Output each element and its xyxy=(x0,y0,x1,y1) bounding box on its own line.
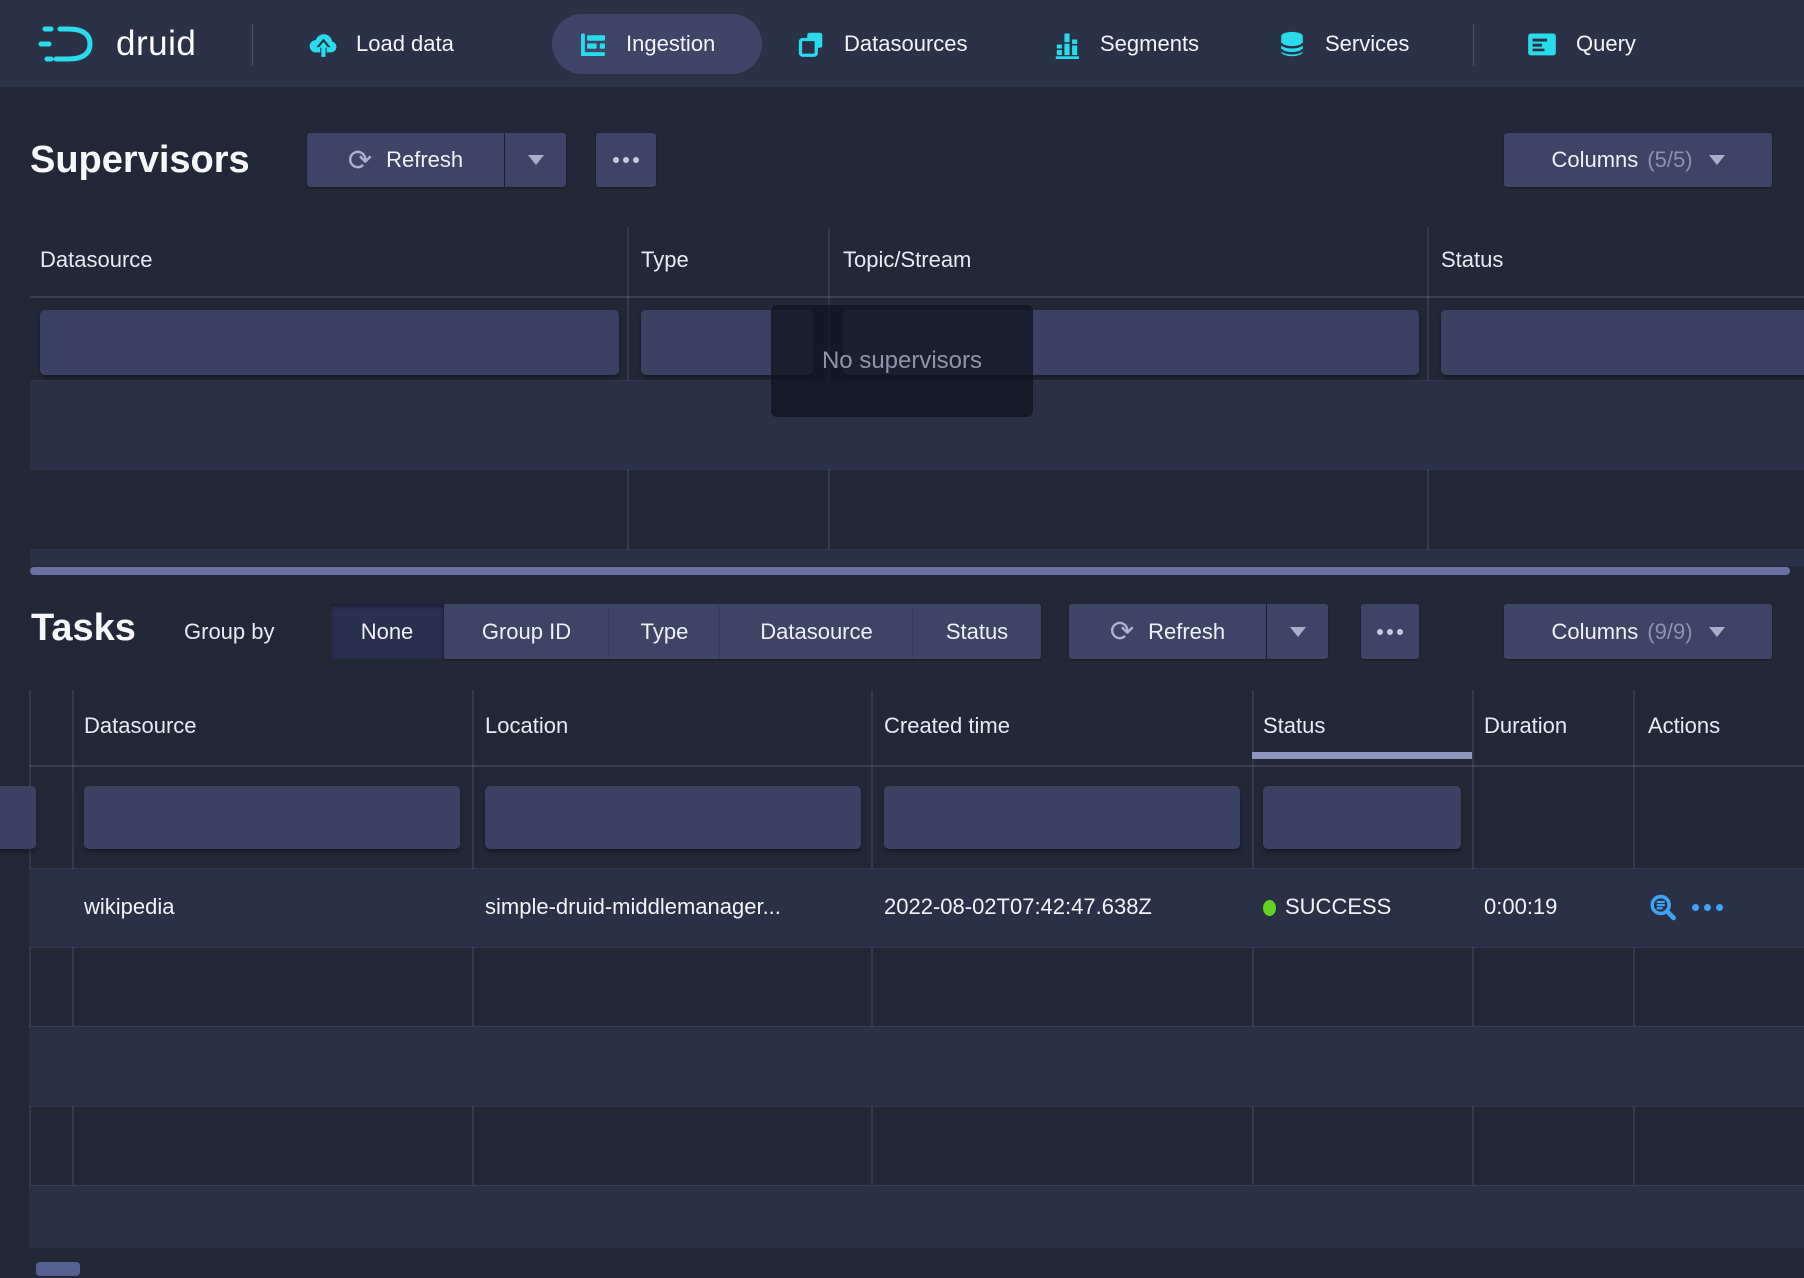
tasks-header-created-time[interactable]: Created time xyxy=(884,713,1010,739)
task-datasource-cell: wikipedia xyxy=(84,894,175,920)
row-divider xyxy=(30,469,1804,470)
tasks-more-button[interactable] xyxy=(1361,604,1419,659)
druid-console: druid Load data Ingestion xyxy=(0,0,1804,1278)
sup-header-topic-stream[interactable]: Topic/Stream xyxy=(843,247,971,273)
tasks-header-duration[interactable]: Duration xyxy=(1484,713,1567,739)
tasks-refresh-interval-button[interactable] xyxy=(1267,604,1328,659)
tasks-refresh-button[interactable]: ⟳ Refresh xyxy=(1069,604,1266,659)
more-actions-icon[interactable] xyxy=(1692,904,1723,911)
tasks-datasource-filter-input[interactable] xyxy=(84,786,460,849)
nav-item-services[interactable]: Services xyxy=(1277,0,1409,87)
group-by-group-id-button[interactable]: Group ID xyxy=(444,604,610,659)
column-divider xyxy=(1633,690,1635,1248)
tasks-header-actions[interactable]: Actions xyxy=(1648,713,1720,739)
empty-table-row xyxy=(30,550,1804,566)
caret-down-icon xyxy=(1709,627,1725,637)
sup-header-type[interactable]: Type xyxy=(641,247,689,273)
refresh-icon: ⟳ xyxy=(1110,617,1134,646)
column-divider xyxy=(871,690,873,1248)
ingestion-chart-icon xyxy=(578,29,608,59)
nav-divider xyxy=(1473,24,1474,66)
task-status-cell: SUCCESS xyxy=(1285,894,1391,920)
group-by-datasource-button[interactable]: Datasource xyxy=(720,604,914,659)
supervisors-refresh-interval-button[interactable] xyxy=(505,133,566,187)
supervisors-refresh-button[interactable]: ⟳ Refresh xyxy=(307,133,504,187)
nav-item-load-data[interactable]: Load data xyxy=(308,0,454,87)
supervisors-horizontal-scrollbar[interactable] xyxy=(30,567,1790,575)
top-navbar: druid Load data Ingestion xyxy=(0,0,1804,87)
row-divider xyxy=(29,1106,1804,1107)
nav-item-label: Segments xyxy=(1100,31,1199,57)
nav-item-label: Ingestion xyxy=(626,31,715,57)
empty-table-row xyxy=(29,1185,1804,1248)
nav-item-query[interactable]: Query xyxy=(1526,0,1636,87)
supervisors-more-button[interactable] xyxy=(596,133,656,187)
home-logo[interactable]: druid xyxy=(36,0,196,87)
tasks-created-time-filter-input[interactable] xyxy=(884,786,1240,849)
nav-item-label: Services xyxy=(1325,31,1409,57)
tasks-location-filter-input[interactable] xyxy=(485,786,861,849)
tasks-header-location[interactable]: Location xyxy=(485,713,568,739)
group-by-none-button[interactable]: None xyxy=(330,604,445,659)
caret-down-icon xyxy=(1290,627,1306,637)
database-icon xyxy=(1277,29,1307,59)
more-ellipsis-icon xyxy=(613,157,639,163)
tasks-title: Tasks xyxy=(31,607,136,650)
header-underline xyxy=(29,765,1804,767)
nav-item-ingestion[interactable]: Ingestion xyxy=(578,0,715,87)
task-created-time-cell: 2022-08-02T07:42:47.638Z xyxy=(884,894,1152,920)
nav-item-label: Query xyxy=(1576,31,1636,57)
brand-wordmark: druid xyxy=(116,24,196,64)
supervisors-empty-message: No supervisors xyxy=(771,305,1033,417)
column-divider xyxy=(1472,690,1474,1248)
stacked-squares-icon xyxy=(796,29,826,59)
tasks-header-datasource[interactable]: Datasource xyxy=(84,713,197,739)
row-divider xyxy=(29,1026,1804,1027)
refresh-icon: ⟳ xyxy=(348,146,372,175)
caret-down-icon xyxy=(1709,155,1725,165)
column-divider xyxy=(72,690,74,1248)
group-by-label: Group by xyxy=(184,619,275,645)
more-ellipsis-icon xyxy=(1377,629,1403,635)
row-divider xyxy=(29,1185,1804,1186)
sup-header-status[interactable]: Status xyxy=(1441,247,1503,273)
search-details-icon[interactable] xyxy=(1648,893,1678,923)
task-location-cell: simple-druid-middlemanager... xyxy=(485,894,781,920)
supervisors-columns-button[interactable]: Columns (5/5) xyxy=(1504,133,1772,187)
column-divider xyxy=(29,690,31,1248)
group-by-type-button[interactable]: Type xyxy=(609,604,721,659)
druid-logo-icon xyxy=(36,21,102,67)
nav-item-label: Datasources xyxy=(844,31,968,57)
tasks-header-status[interactable]: Status xyxy=(1263,713,1325,739)
tasks-columns-button[interactable]: Columns (9/9) xyxy=(1504,604,1772,659)
column-divider xyxy=(1252,690,1254,1248)
row-divider xyxy=(29,947,1804,948)
console-icon xyxy=(1526,29,1558,59)
sup-header-datasource[interactable]: Datasource xyxy=(40,247,153,273)
success-status-dot xyxy=(1263,900,1276,916)
tasks-horizontal-scrollbar[interactable] xyxy=(36,1262,80,1276)
sup-datasource-filter-input[interactable] xyxy=(40,310,619,375)
supervisors-title: Supervisors xyxy=(30,139,250,182)
nav-divider xyxy=(252,24,253,66)
task-duration-cell: 0:00:19 xyxy=(1484,894,1557,920)
empty-table-row xyxy=(29,1026,1804,1106)
group-by-status-button[interactable]: Status xyxy=(913,604,1041,659)
sup-status-filter-input[interactable] xyxy=(1441,310,1804,375)
caret-down-icon xyxy=(528,155,544,165)
column-divider xyxy=(472,690,474,1248)
tasks-hidden-column-filter-input[interactable] xyxy=(0,786,36,849)
nav-item-segments[interactable]: Segments xyxy=(1052,0,1199,87)
status-sort-indicator xyxy=(1252,752,1472,759)
header-underline xyxy=(30,296,1804,298)
nav-item-label: Load data xyxy=(356,31,454,57)
tasks-status-filter-input[interactable] xyxy=(1263,786,1461,849)
cloud-upload-icon xyxy=(308,29,338,59)
stacked-bar-chart-icon xyxy=(1052,29,1082,59)
nav-item-datasources[interactable]: Datasources xyxy=(796,0,968,87)
